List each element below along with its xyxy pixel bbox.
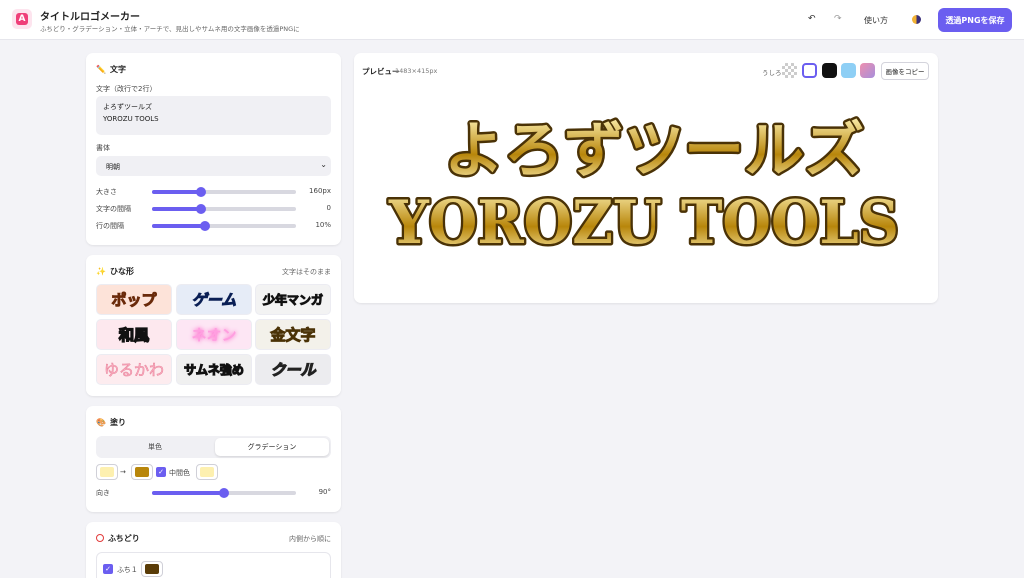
size-slider[interactable] [152, 187, 296, 197]
background-label: うしろ [762, 69, 782, 77]
line-slider-fill [152, 224, 206, 228]
direction-label: 向き [96, 489, 110, 497]
preset-game[interactable]: ゲーム [176, 284, 252, 315]
text-label: 文字（改行で2行） [96, 85, 157, 93]
preset-neon[interactable]: ネオン [176, 319, 252, 350]
stroke1-color[interactable] [141, 561, 163, 577]
fill-mode-solid[interactable]: 単色 [98, 438, 212, 456]
gradient-end-swatch [135, 467, 149, 477]
bg-white-swatch[interactable] [802, 63, 817, 78]
letter-spacing-label: 文字の間隔 [96, 205, 131, 213]
sparkles-icon: ✨ [96, 267, 106, 276]
text-panel-title: ✏️ 文字 [96, 65, 126, 74]
fill-panel: 🎨 塗り 単色 グラデーション → ✓ 中間色 向き 90° [86, 406, 341, 512]
preview-title: プレビュー [362, 67, 400, 76]
gradient-start-color[interactable] [96, 464, 118, 480]
pencil-icon: ✏️ [96, 65, 106, 74]
line-spacing-slider[interactable] [152, 221, 296, 231]
preset-note: 文字はそのまま [282, 268, 331, 276]
direction-value: 90° [318, 488, 331, 496]
app-header: A タイトルロゴメーカー ふちどり・グラデーション・立体・アーチで、見出しやサム… [0, 0, 1024, 40]
stroke-panel: ふちどり 内側から順に ✓ ふち１ [86, 522, 341, 578]
bg-black-swatch[interactable] [822, 63, 837, 78]
stroke-row: ✓ ふち１ [96, 552, 331, 578]
size-label: 大きさ [96, 188, 117, 196]
fill-mode-gradient[interactable]: グラデーション [215, 438, 329, 456]
letter-slider-thumb[interactable] [195, 204, 206, 214]
logo-preview-canvas: よろずツールズ YOROZU TOOLS [386, 114, 902, 261]
preview-size: 1483×415px [395, 67, 438, 75]
preset-panel: ✨ ひな形 文字はそのまま ポップ ゲーム 少年マンガ 和風 ネオン 金文字 ゆる… [86, 255, 341, 396]
logo-line-1: よろずツールズ [444, 116, 864, 186]
size-slider-thumb[interactable] [195, 187, 206, 197]
direction-slider-fill [152, 491, 224, 495]
line-spacing-label: 行の間隔 [96, 222, 124, 230]
app-logo-icon: A [12, 9, 32, 29]
direction-slider-thumb[interactable] [219, 488, 229, 498]
stroke-note: 内側から順に [289, 535, 331, 543]
save-png-button[interactable]: 透過PNGを保存 [938, 8, 1012, 32]
preset-wafu[interactable]: 和風 [96, 319, 172, 350]
text-input[interactable] [96, 96, 331, 135]
preset-panel-title: ✨ ひな形 [96, 267, 134, 276]
ring-icon [96, 534, 104, 542]
letter-spacing-slider[interactable] [152, 204, 296, 214]
font-label: 書体 [96, 144, 110, 152]
preset-gold[interactable]: 金文字 [255, 319, 331, 350]
text-panel: ✏️文字 文字（改行で2行） 書体 明朝⌄ 大きさ 160px 文字の間隔 0 … [86, 53, 341, 245]
app-title: タイトルロゴメーカー [40, 12, 140, 23]
line-spacing-value: 10% [315, 221, 331, 229]
preset-cool[interactable]: クール [255, 354, 331, 385]
app-subtitle: ふちどり・グラデーション・立体・アーチで、見出しやサムネ用の文字画像を透過PNG… [40, 25, 300, 33]
fill-panel-title: 🎨 塗り [96, 418, 126, 427]
size-slider-fill [152, 190, 201, 194]
copy-image-button[interactable]: 画像をコピー [881, 62, 929, 80]
stroke1-swatch [145, 564, 159, 574]
logo-line-2: YOROZU TOOLS [388, 188, 899, 258]
font-select[interactable]: 明朝 ⌄ [96, 156, 331, 176]
stroke-panel-title: ふちどり [96, 533, 140, 544]
letter-spacing-value: 0 [326, 204, 331, 212]
size-value: 160px [309, 187, 331, 195]
line-slider-thumb[interactable] [200, 221, 211, 231]
stroke1-checkbox[interactable]: ✓ [103, 564, 113, 574]
gradient-arrow: → [120, 468, 126, 476]
preset-thumbnail[interactable]: サムネ強め [176, 354, 252, 385]
undo-icon[interactable]: ↶ [808, 14, 816, 24]
middle-color-checkbox[interactable]: ✓ [156, 467, 166, 477]
chevron-down-icon: ⌄ [320, 160, 327, 169]
gradient-end-color[interactable] [131, 464, 153, 480]
letter-slider-fill [152, 207, 201, 211]
middle-color-swatch [200, 467, 214, 477]
bg-gradient-swatch[interactable] [860, 63, 875, 78]
bg-sky-swatch[interactable] [841, 63, 856, 78]
preset-yurukawa[interactable]: ゆるかわ [96, 354, 172, 385]
preset-pop[interactable]: ポップ [96, 284, 172, 315]
help-button[interactable]: 使い方 [864, 15, 888, 26]
stroke1-label: ふち１ [117, 566, 138, 574]
gradient-start-swatch [100, 467, 114, 477]
direction-slider[interactable] [152, 488, 296, 498]
preview-panel: プレビュー 1483×415px うしろ 画像をコピー よろずツールズ YORO… [354, 53, 938, 303]
middle-color[interactable] [196, 464, 218, 480]
palette-icon: 🎨 [96, 418, 106, 427]
redo-icon[interactable]: ↷ [834, 14, 842, 24]
half-moon-icon[interactable] [912, 15, 921, 24]
bg-transparent-swatch[interactable] [782, 63, 797, 78]
fill-mode-toggle: 単色 グラデーション [96, 436, 331, 458]
preset-shonen-manga[interactable]: 少年マンガ [255, 284, 331, 315]
middle-color-label: 中間色 [169, 469, 190, 477]
